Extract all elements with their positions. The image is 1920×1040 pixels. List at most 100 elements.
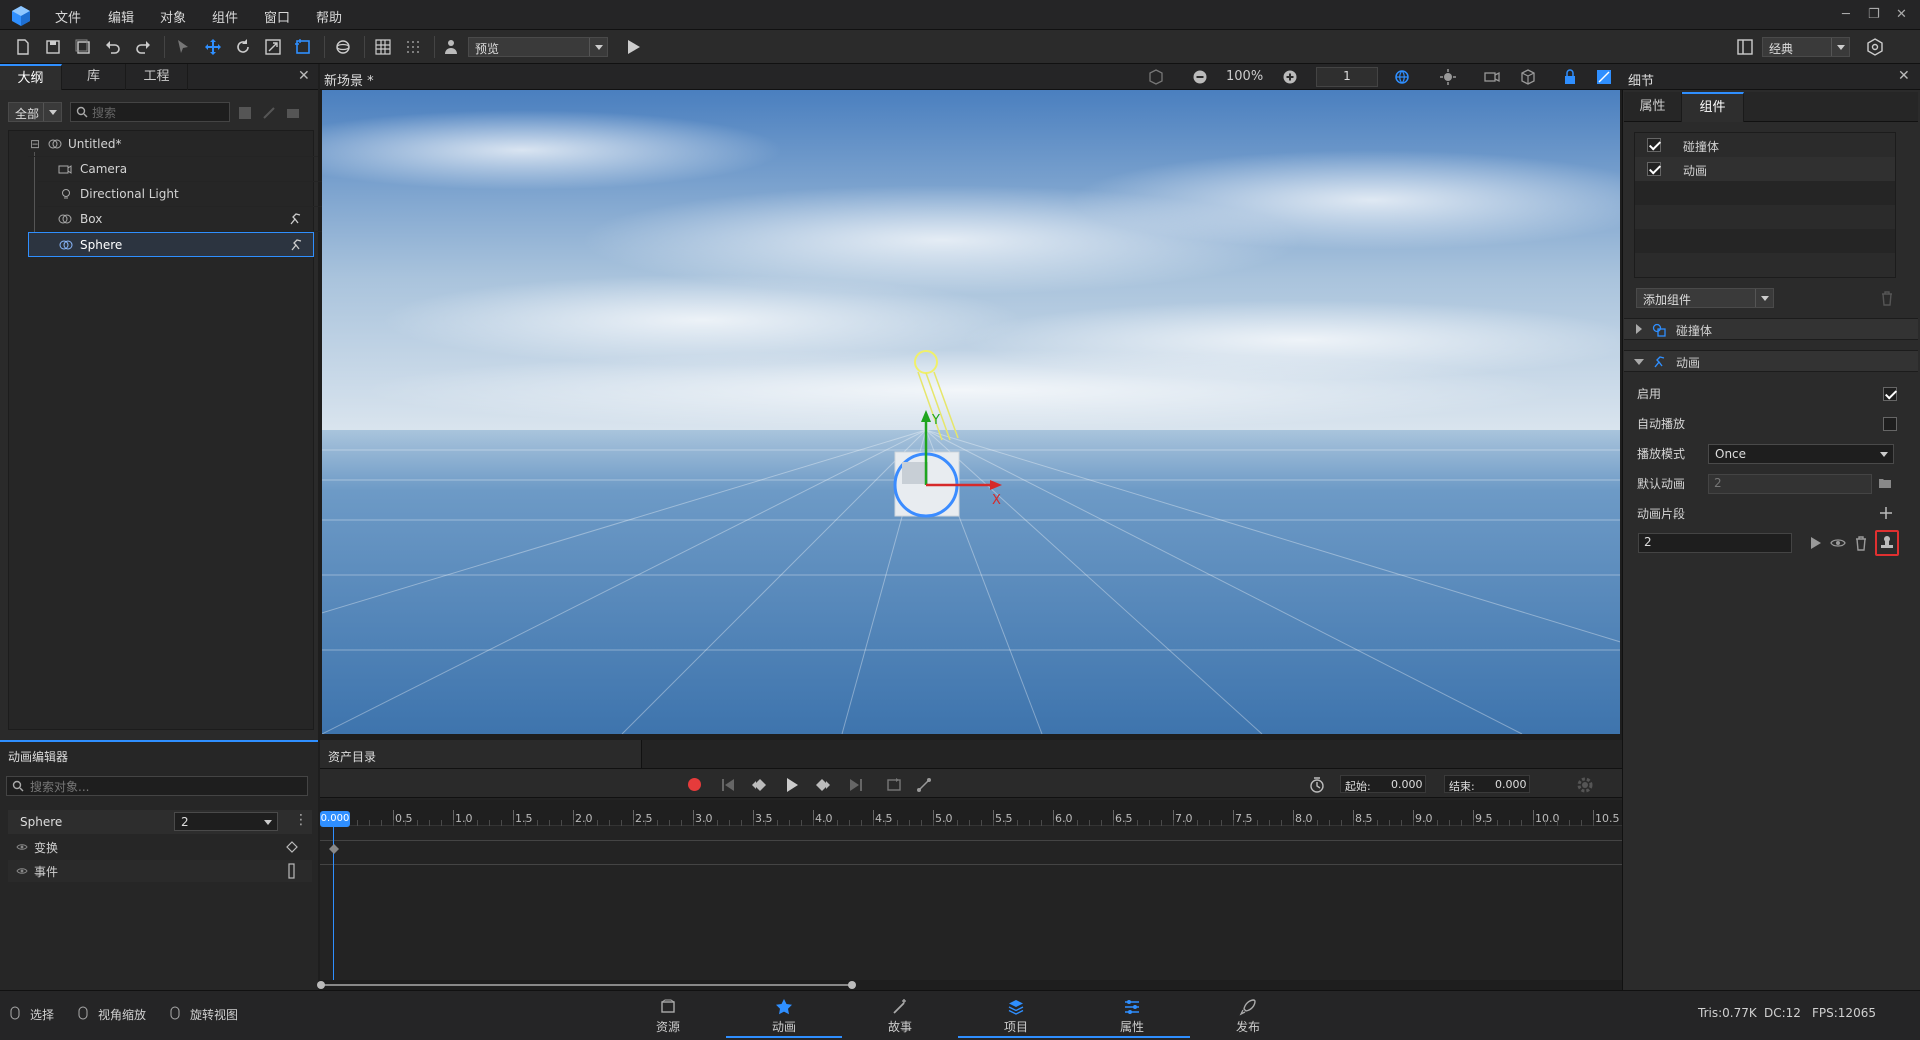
component-checkbox[interactable]	[1647, 138, 1661, 152]
save-icon[interactable]	[44, 38, 62, 56]
select-arrow-icon[interactable]	[174, 38, 192, 56]
preview-select[interactable]: 预览	[468, 37, 608, 57]
redo-icon[interactable]	[134, 38, 152, 56]
scene-viewport[interactable]: Y X	[322, 90, 1620, 734]
collapse-arrow-icon[interactable]	[1634, 359, 1644, 365]
menu-component[interactable]: 组件	[212, 7, 238, 26]
tree-item-directional-light[interactable]: Directional Light	[38, 182, 328, 207]
section-animation-header[interactable]: 动画	[1624, 350, 1918, 372]
bottom-tab-project[interactable]: 项目	[958, 992, 1074, 1038]
tree-item-box[interactable]: Box	[38, 207, 328, 232]
start-time-field[interactable]: 起始: 0.000	[1340, 775, 1426, 793]
play-icon[interactable]	[784, 777, 800, 793]
undo-icon[interactable]	[104, 38, 122, 56]
clip-edit-button[interactable]	[1875, 530, 1899, 556]
tab-properties[interactable]: 属性	[1624, 92, 1682, 122]
component-row[interactable]: 碰撞体	[1635, 133, 1895, 157]
scene-canvas[interactable]: Y X	[322, 90, 1620, 734]
prev-keyframe-icon[interactable]	[750, 777, 768, 793]
layout-select[interactable]: 经典	[1762, 37, 1850, 57]
trash-icon[interactable]	[1854, 535, 1868, 551]
grid-icon[interactable]	[374, 38, 392, 56]
add-component-select[interactable]: 添加组件	[1636, 288, 1774, 308]
tab-project[interactable]: 工程	[126, 64, 188, 90]
skip-end-icon[interactable]	[848, 777, 864, 793]
loop-icon[interactable]	[886, 777, 902, 793]
bottom-tab-story[interactable]: 故事	[842, 992, 958, 1038]
zoom-in-icon[interactable]	[1282, 69, 1298, 85]
section-collider-header[interactable]: 碰撞体	[1624, 318, 1918, 340]
menu-help[interactable]: 帮助	[316, 7, 342, 26]
outline-search-input[interactable]: 搜索	[70, 102, 230, 122]
frame-field[interactable]: 1	[1316, 67, 1378, 87]
menu-file[interactable]: 文件	[55, 7, 81, 26]
skip-start-icon[interactable]	[720, 777, 736, 793]
layout-icon[interactable]	[1736, 38, 1754, 56]
keyframe-diamond-icon[interactable]	[286, 841, 298, 853]
eye-icon[interactable]	[1830, 536, 1846, 550]
folder-icon[interactable]	[1878, 477, 1892, 489]
snap-grid-icon[interactable]	[404, 38, 422, 56]
timeline-scrollbar-track[interactable]	[317, 980, 1622, 990]
rotate-tool-icon[interactable]	[234, 38, 252, 56]
cube-view-icon[interactable]	[1520, 69, 1536, 85]
save-all-icon[interactable]	[74, 38, 92, 56]
collapse-icon[interactable]: ⊟	[30, 132, 40, 157]
settings-hex-icon[interactable]	[1866, 38, 1884, 56]
move-tool-icon[interactable]	[204, 38, 222, 56]
next-keyframe-icon[interactable]	[814, 777, 832, 793]
play-icon[interactable]	[624, 38, 642, 56]
anim-search-input[interactable]: 搜索对象...	[6, 776, 308, 796]
menu-window[interactable]: 窗口	[264, 7, 290, 26]
zoom-out-icon[interactable]	[1192, 69, 1208, 85]
play-clip-icon[interactable]	[1808, 536, 1822, 550]
playhead-handle[interactable]: 0.000	[320, 811, 350, 827]
curve-edit-icon[interactable]	[916, 777, 932, 793]
light-sun-icon[interactable]	[1440, 69, 1456, 85]
tree-item-camera[interactable]: Camera	[38, 157, 328, 182]
tab-library[interactable]: 库	[62, 64, 126, 90]
gizmo-icon[interactable]	[334, 38, 352, 56]
anim-track-row[interactable]: 事件	[8, 860, 312, 882]
enable-checkbox[interactable]	[1883, 387, 1897, 401]
clip-field[interactable]: 2	[1638, 533, 1792, 553]
link-icon[interactable]	[262, 106, 276, 120]
component-checkbox[interactable]	[1647, 162, 1661, 176]
camera-view-icon[interactable]	[1484, 69, 1500, 85]
restore-icon[interactable]: ❐	[1868, 7, 1880, 22]
play-mode-select[interactable]: Once	[1708, 444, 1894, 464]
assets-tab[interactable]: 资产目录	[320, 740, 642, 768]
keyframe-diamond-icon[interactable]	[329, 844, 339, 854]
tab-outline[interactable]: 大纲	[0, 64, 62, 90]
eye-icon[interactable]	[16, 842, 28, 852]
tree-item-sphere[interactable]: Sphere	[28, 232, 314, 257]
new-file-icon[interactable]	[14, 38, 32, 56]
eye-icon[interactable]	[16, 866, 28, 876]
lock-view-icon[interactable]	[1562, 69, 1578, 85]
tab-components[interactable]: 组件	[1682, 92, 1744, 122]
close-icon[interactable]: ✕	[298, 68, 310, 84]
end-time-field[interactable]: 结束: 0.000	[1444, 775, 1530, 793]
component-row[interactable]: 动画	[1635, 157, 1895, 181]
bottom-tab-properties[interactable]: 属性	[1074, 992, 1190, 1038]
expand-arrow-icon[interactable]	[1636, 324, 1642, 334]
record-button[interactable]	[688, 778, 701, 791]
anim-track-row[interactable]: 变换	[8, 836, 312, 858]
more-vertical-icon[interactable]: ⋮	[294, 812, 308, 828]
timeline-scrollbar-thumb[interactable]	[320, 984, 852, 986]
shading-icon[interactable]	[1148, 69, 1164, 85]
anim-clip-select[interactable]: 2	[174, 812, 278, 831]
bottom-tab-assets[interactable]: 资源	[610, 992, 726, 1038]
scroll-handle-right[interactable]	[848, 981, 856, 989]
outline-filter-select[interactable]: 全部	[8, 102, 62, 122]
add-clip-icon[interactable]	[1879, 506, 1893, 520]
rect-tool-icon[interactable]	[294, 38, 312, 56]
autoplay-checkbox[interactable]	[1883, 417, 1897, 431]
bottom-tab-publish[interactable]: 发布	[1190, 992, 1306, 1038]
scroll-handle-left[interactable]	[317, 981, 325, 989]
preview-user-icon[interactable]	[442, 38, 460, 56]
event-marker-icon[interactable]	[288, 863, 296, 879]
add-node-icon[interactable]	[238, 106, 252, 120]
close-icon[interactable]: ✕	[1896, 7, 1907, 22]
scene-tab-title[interactable]: 新场景 *	[324, 70, 374, 89]
